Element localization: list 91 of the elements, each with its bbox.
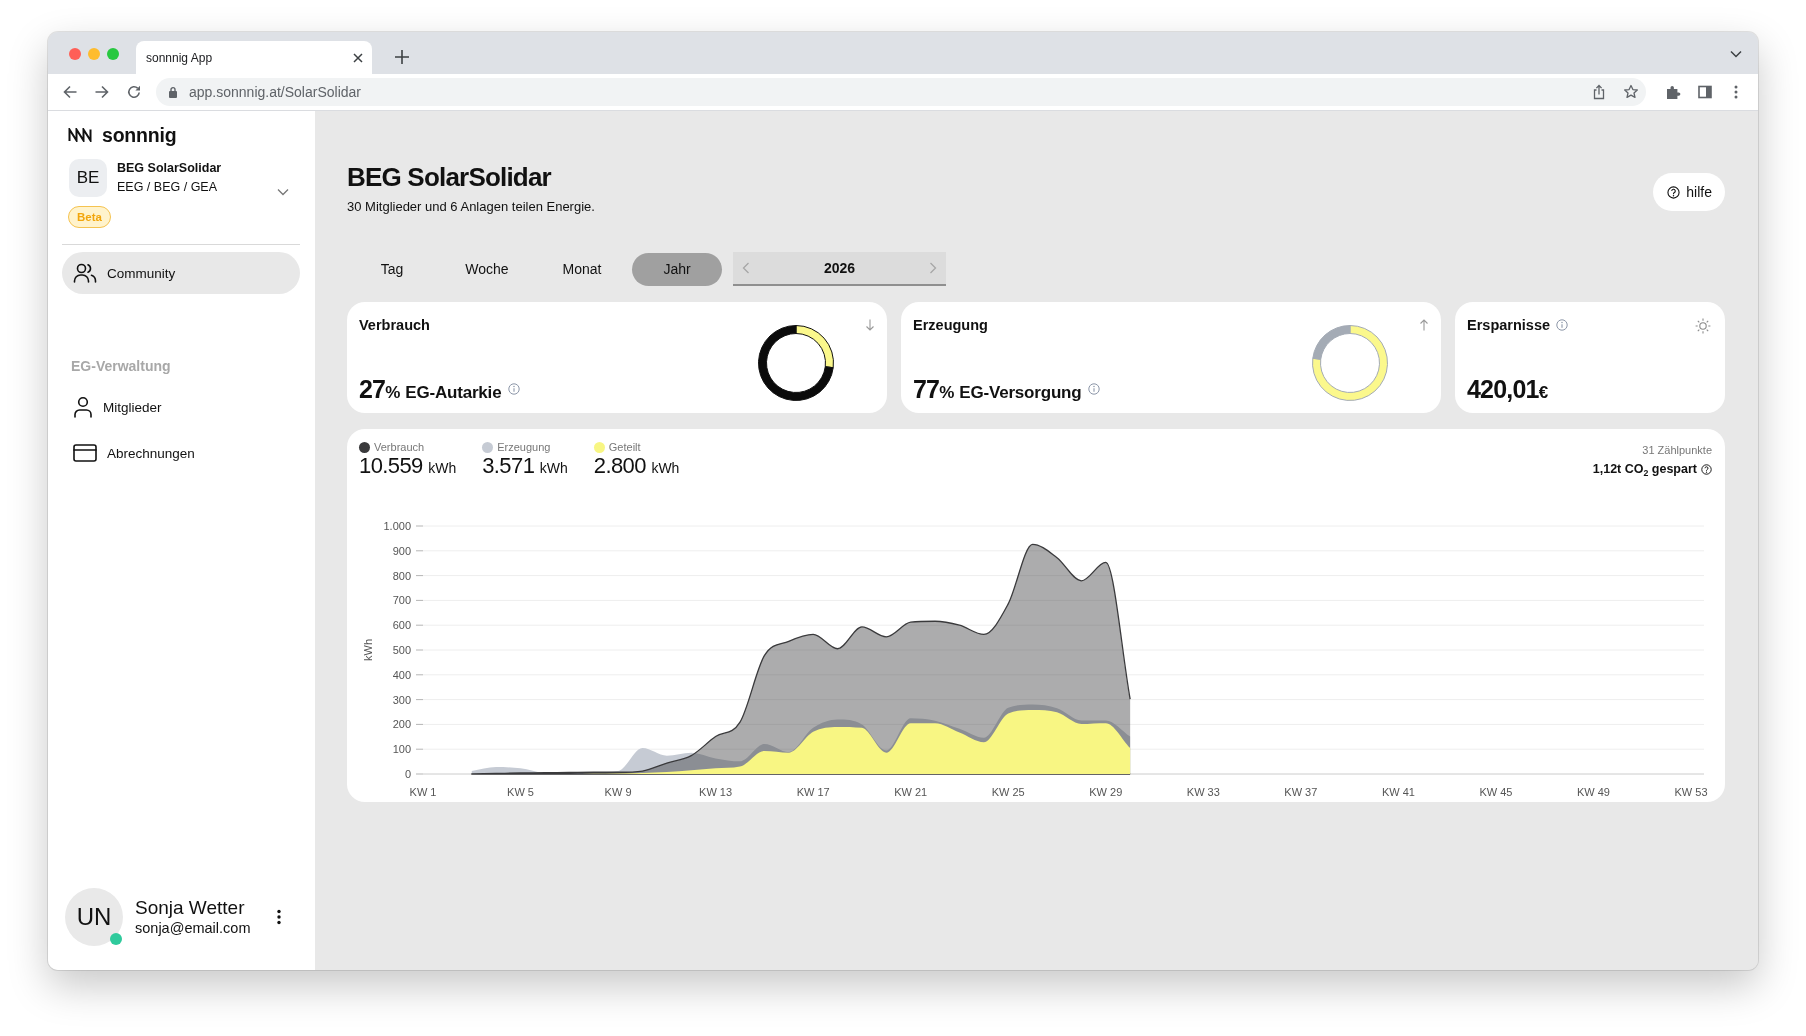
url-text: app.sonnnig.at/SolarSolidar (189, 84, 362, 100)
x-axis-label: KW 45 (1479, 786, 1513, 798)
help-icon[interactable] (1701, 463, 1712, 475)
x-axis-label: KW 37 (1284, 786, 1318, 798)
period-tab[interactable]: Monat (537, 252, 627, 286)
card-title: Erzeugung (913, 316, 988, 334)
x-axis-label: KW 9 (604, 786, 632, 798)
y-axis-label: 0 (404, 768, 411, 780)
page-subtitle: 30 Mitglieder und 6 Anlagen teilen Energie. (347, 198, 595, 216)
x-axis-label: KW 25 (991, 786, 1025, 798)
year-value: 2026 (822, 260, 857, 276)
legend-label: Geteilt (608, 441, 641, 453)
share-icon[interactable] (1591, 84, 1607, 100)
plus-icon[interactable] (395, 50, 409, 64)
y-axis-label: 600 (392, 619, 411, 632)
legend-value: 10.559 kWh (359, 453, 457, 480)
x-axis-label: KW 13 (699, 786, 733, 798)
card-title: Ersparnisse (1467, 316, 1551, 334)
y-axis-label: 1.000 (383, 520, 411, 532)
stat-label: EG-Versorgung (959, 383, 1082, 403)
y-axis-label: 400 (392, 668, 411, 681)
x-axis-label: KW 49 (1576, 786, 1610, 798)
legend-value: 2.800 kWh (593, 453, 680, 480)
y-axis-label: 700 (392, 594, 411, 607)
co2-savings-text: 1,12t CO$_{2}$ gespart (1592, 461, 1697, 477)
help-icon[interactable] (1667, 185, 1681, 199)
org-name: BEG SolarSolidar (117, 160, 222, 177)
tab-title: sonnnig App (146, 50, 214, 65)
info-icon[interactable] (1088, 383, 1101, 395)
x-axis-label: KW 41 (1381, 786, 1415, 798)
stat-value: 77% (913, 375, 955, 405)
star-icon[interactable] (1623, 84, 1639, 100)
x-axis-label: KW 33 (1186, 786, 1220, 798)
x-axis-label: KW 53 (1674, 786, 1708, 798)
period-tab[interactable]: Jahr (632, 252, 722, 286)
chevron-down-icon[interactable] (1730, 50, 1742, 58)
info-icon[interactable] (1556, 319, 1569, 331)
period-tab[interactable]: Woche (442, 252, 532, 286)
nav-item[interactable]: Community (62, 252, 300, 294)
card-title: Verbrauch (359, 316, 430, 334)
y-axis-label: 200 (392, 718, 411, 731)
x-axis-label: KW 1 (409, 786, 437, 798)
user-avatar: UN (65, 888, 123, 946)
puzzle-piece-icon[interactable] (1665, 84, 1681, 100)
stat-value: 420,01€ (1467, 375, 1549, 405)
legend-label: Erzeugung (497, 441, 551, 453)
help-button[interactable]: hilfe (1653, 173, 1725, 211)
org-avatar: BE (69, 159, 107, 197)
people-icon (73, 263, 97, 283)
arrow-down-icon (865, 319, 875, 331)
x-axis-label: KW 29 (1089, 786, 1123, 798)
address-bar[interactable]: app.sonnnig.at/SolarSolidar (156, 78, 1646, 106)
y-axis-label: 100 (392, 743, 411, 756)
stat-label: EG-Autarkie (405, 383, 502, 403)
x-axis-label: KW 17 (796, 786, 830, 798)
person-icon (73, 396, 93, 418)
nav-item[interactable]: Mitglieder (62, 387, 300, 427)
y-axis-label: 500 (392, 644, 411, 656)
user-name: Sonja Wetter (135, 896, 245, 919)
y-axis-label: 800 (392, 569, 411, 582)
forward-arrow-icon[interactable] (94, 84, 110, 100)
beta-badge: Beta (68, 206, 111, 228)
browser-tab[interactable]: sonnnig App (136, 41, 372, 74)
x-axis-label: KW 21 (894, 786, 928, 798)
legend-label: Verbrauch (374, 441, 425, 453)
zigzag-logo-icon (68, 128, 93, 142)
arrow-up-icon (1419, 319, 1429, 331)
back-arrow-icon[interactable] (62, 84, 78, 100)
org-type: EEG / BEG / GEA (117, 179, 219, 196)
app-logo-text: sonnnig (102, 123, 177, 147)
credit-card-icon (73, 444, 97, 462)
user-email: sonja@email.com (135, 918, 251, 938)
info-icon[interactable] (508, 383, 521, 395)
legend-value: 3.571 kWh (482, 453, 568, 480)
y-axis-label: 900 (392, 544, 411, 557)
period-tab[interactable]: Tag (347, 252, 437, 286)
sun-icon[interactable] (1695, 318, 1711, 334)
reload-icon[interactable] (126, 84, 142, 100)
more-options-icon[interactable] (277, 909, 281, 925)
chevron-down-icon[interactable] (277, 188, 289, 196)
section-heading: EG-Verwaltung (71, 357, 171, 375)
x-axis-label: KW 5 (507, 786, 534, 798)
nav-item[interactable]: Abrechnungen (62, 433, 300, 473)
lock-icon (168, 86, 178, 98)
side-panel-icon[interactable] (1697, 84, 1713, 100)
stat-value: 27% (359, 375, 401, 405)
page-title: BEG SolarSolidar (347, 161, 551, 193)
close-icon[interactable] (353, 52, 363, 63)
y-axis-title: kWh (362, 639, 374, 661)
meter-count: 31 Zählpunkte (1642, 443, 1712, 457)
y-axis-label: 300 (392, 693, 411, 706)
